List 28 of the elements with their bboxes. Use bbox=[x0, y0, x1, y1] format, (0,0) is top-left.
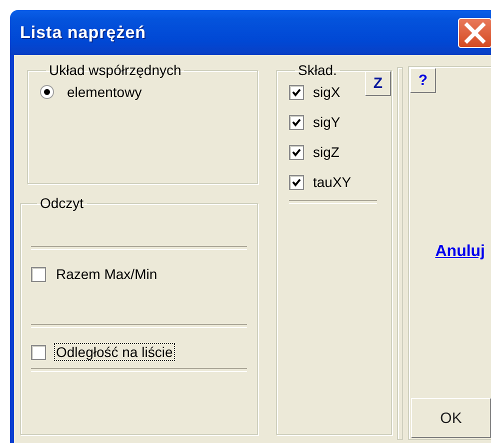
cancel-link[interactable]: Anuluj bbox=[435, 243, 485, 261]
checkbox-label[interactable]: sigY bbox=[312, 114, 342, 130]
group-title: Skład. bbox=[297, 62, 338, 78]
close-icon bbox=[464, 22, 486, 44]
checkbox-label[interactable]: Odległość na liście bbox=[55, 344, 174, 360]
checkbox-label[interactable]: Razem Max/Min bbox=[55, 266, 158, 282]
checkbox[interactable] bbox=[31, 266, 46, 282]
check-icon bbox=[292, 118, 301, 126]
checkbox[interactable] bbox=[289, 84, 304, 100]
checkbox-label[interactable]: tauXY bbox=[312, 174, 352, 190]
check-icon bbox=[292, 148, 301, 156]
group-title: Odczyt bbox=[39, 195, 85, 211]
close-button[interactable] bbox=[458, 18, 491, 48]
window-title: Lista naprężeń bbox=[20, 22, 146, 42]
checkbox-label[interactable]: sigX bbox=[312, 84, 342, 100]
radio-button[interactable] bbox=[40, 85, 54, 99]
radio-label[interactable]: elementowy bbox=[66, 84, 143, 100]
group-title: Układ współrzędnych bbox=[48, 62, 182, 78]
checkbox[interactable] bbox=[289, 144, 304, 160]
checkbox-label[interactable]: sigZ bbox=[312, 144, 340, 160]
help-button[interactable]: ? bbox=[410, 68, 436, 93]
checkbox[interactable] bbox=[289, 114, 304, 130]
z-button[interactable]: Z bbox=[365, 71, 391, 96]
checkbox[interactable] bbox=[31, 344, 46, 360]
check-icon bbox=[292, 178, 301, 186]
ok-button[interactable]: OK bbox=[411, 398, 491, 438]
check-icon bbox=[292, 88, 301, 96]
checkbox[interactable] bbox=[289, 174, 304, 190]
